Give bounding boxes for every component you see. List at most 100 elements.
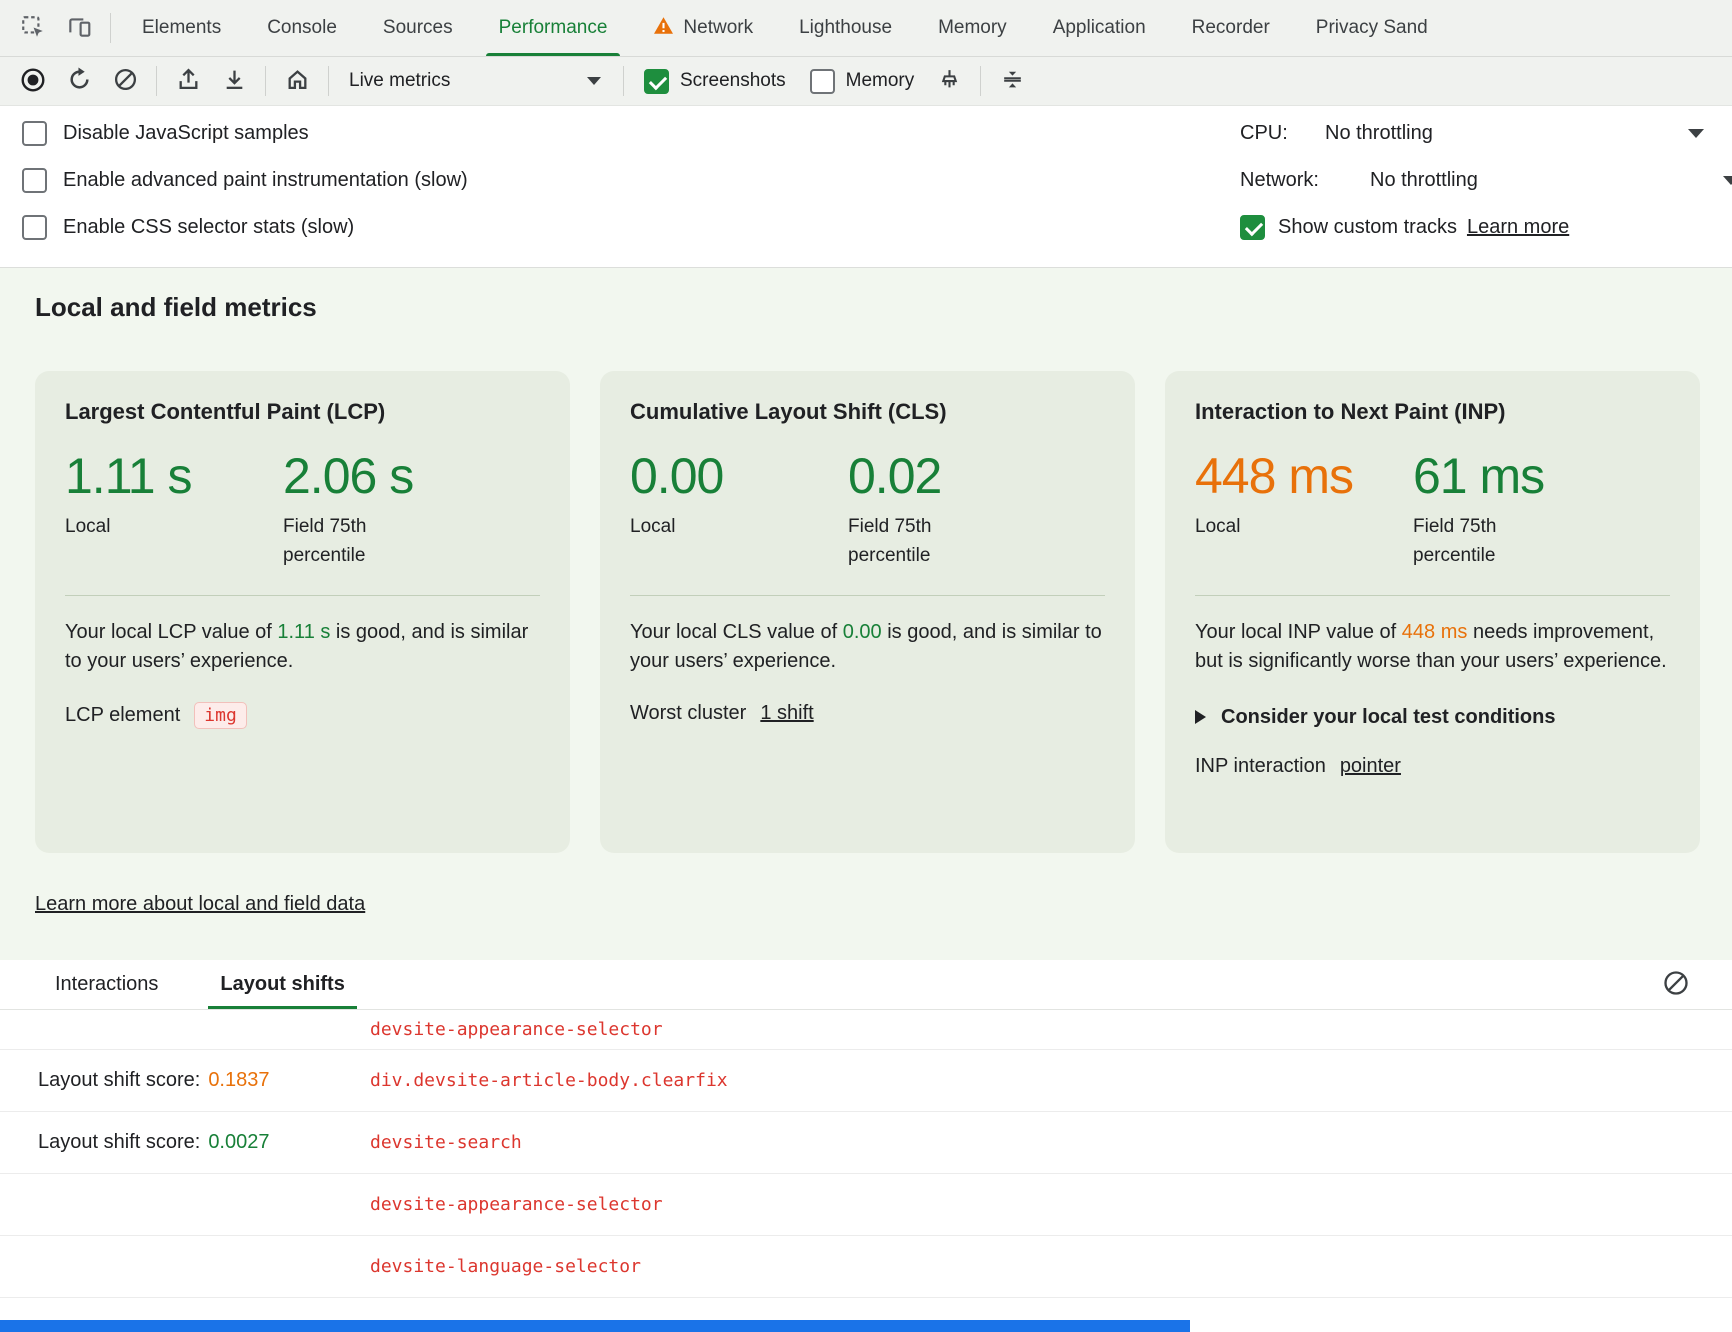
checkbox-unchecked-icon [22,168,47,193]
tab-label: Console [267,17,337,39]
tab-label: Privacy Sand [1316,17,1428,39]
load-profile-button[interactable] [165,60,211,102]
shift-node-link[interactable]: devsite-appearance-selector [370,1019,663,1040]
inp-field-label: Field 75th percentile [1413,512,1533,571]
panel-mode-select[interactable]: Live metrics [337,61,615,101]
lcp-card: Largest Contentful Paint (LCP) 1.11 s Lo… [35,371,570,853]
divider [156,66,157,96]
logs-panel: Interactions Layout shifts devsite-appea… [0,960,1732,1332]
desc-value: 1.11 s [277,621,330,643]
tab-label: Interactions [55,973,158,996]
device-toolbar-button[interactable] [56,0,102,56]
warning-icon [653,16,674,41]
shift-score [38,1255,370,1278]
card-title: Interaction to Next Paint (INP) [1195,399,1670,425]
show-custom-tracks-checkbox[interactable]: Show custom tracks [1240,215,1457,240]
checkbox-checked-icon [644,69,669,94]
tab-interactions[interactable]: Interactions [55,960,158,1009]
inp-field-value: 61 ms [1413,449,1631,504]
save-profile-button[interactable] [211,60,257,102]
network-throttling-select[interactable]: Network: No throttling [1240,157,1732,204]
shift-node-link[interactable]: devsite-language-selector [370,1256,641,1277]
cpu-value: No throttling [1325,122,1433,145]
cpu-label: CPU: [1240,122,1325,145]
inp-interaction-link[interactable]: pointer [1340,755,1401,778]
triangle-right-icon [1195,710,1206,724]
collect-garbage-button[interactable] [926,60,972,102]
score-label: Layout shift score: [38,1131,200,1153]
inspect-element-button[interactable] [10,0,56,56]
tab-network[interactable]: Network [630,0,776,56]
divider [623,66,624,96]
custom-tracks-learn-more-link[interactable]: Learn more [1467,216,1569,239]
tab-application[interactable]: Application [1030,0,1169,56]
devtools-window: Elements Console Sources Performance Net… [0,0,1732,1332]
cls-field-label: Field 75th percentile [848,512,968,571]
tab-recorder[interactable]: Recorder [1169,0,1293,56]
network-label: Network: [1240,169,1370,192]
shift-score: Layout shift score:0.1837 [38,1069,370,1092]
chevron-down-icon [587,77,601,85]
inspect-icon [20,14,46,43]
worst-cluster-link[interactable]: 1 shift [760,702,813,725]
reload-and-record-button[interactable] [56,60,102,102]
cpu-throttling-select[interactable]: CPU: No throttling [1240,110,1732,157]
screenshots-label: Screenshots [680,70,786,92]
shift-score [38,1193,370,1216]
device-toolbar-icon [66,14,92,43]
divider [328,66,329,96]
local-test-conditions-disclosure[interactable]: Consider your local test conditions [1195,706,1670,729]
tab-label: Performance [499,17,608,39]
divider [110,13,111,43]
chevron-down-icon [1723,176,1732,185]
download-icon [222,67,247,95]
shift-node-link[interactable]: devsite-appearance-selector [370,1194,663,1215]
layout-shift-row: devsite-appearance-selector [0,1010,1732,1050]
reload-icon [67,67,92,95]
screenshots-checkbox[interactable]: Screenshots [644,69,786,94]
shift-node-link[interactable]: devsite-search [370,1132,522,1153]
lcp-field-label: Field 75th percentile [283,512,403,571]
clear-log-button[interactable] [1662,969,1690,1000]
tab-label: Recorder [1192,17,1270,39]
upload-icon [176,67,201,95]
tab-sources[interactable]: Sources [360,0,476,56]
clear-recording-button[interactable] [102,60,148,102]
tab-label: Elements [142,17,221,39]
checkbox-unchecked-icon [22,121,47,146]
tab-privacy-sandbox[interactable]: Privacy Sand [1293,0,1451,56]
block-icon [113,67,138,95]
learn-more-field-data-link[interactable]: Learn more about local and field data [35,893,365,916]
checkbox-unchecked-icon [810,69,835,94]
brush-icon [937,67,962,95]
desc-text: Your local INP value of [1195,621,1402,643]
layout-shift-row: Layout shift score:0.1837 div.devsite-ar… [0,1050,1732,1112]
layout-shift-row: Layout shift score:0.0027 devsite-search [0,1112,1732,1174]
home-icon [285,67,310,95]
tab-label: Network [683,17,753,39]
tab-performance[interactable]: Performance [476,0,631,56]
show-custom-tracks-label: Show custom tracks [1278,216,1457,239]
horizontal-scrollbar-thumb[interactable] [0,1320,1190,1332]
checkbox-checked-icon [1240,215,1265,240]
tab-lighthouse[interactable]: Lighthouse [776,0,915,56]
desc-value: 0.00 [843,621,882,643]
divider [265,66,266,96]
memory-checkbox[interactable]: Memory [810,69,915,94]
home-button[interactable] [274,60,320,102]
card-divider [1195,595,1670,596]
tab-console[interactable]: Console [244,0,360,56]
layout-shift-row: devsite-appearance-selector [0,1174,1732,1236]
lcp-field-value: 2.06 s [283,449,501,504]
lcp-local-label: Local [65,512,185,541]
shift-node-link[interactable]: div.devsite-article-body.clearfix [370,1070,728,1091]
collapse-icon [1000,67,1025,95]
checkbox-unchecked-icon [22,215,47,240]
capture-settings-toggle[interactable] [989,60,1035,102]
record-button[interactable] [10,60,56,102]
tab-memory[interactable]: Memory [915,0,1030,56]
tab-elements[interactable]: Elements [119,0,244,56]
inp-card: Interaction to Next Paint (INP) 448 ms L… [1165,371,1700,853]
lcp-element-node-link[interactable]: img [194,702,247,729]
tab-layout-shifts[interactable]: Layout shifts [220,960,344,1009]
